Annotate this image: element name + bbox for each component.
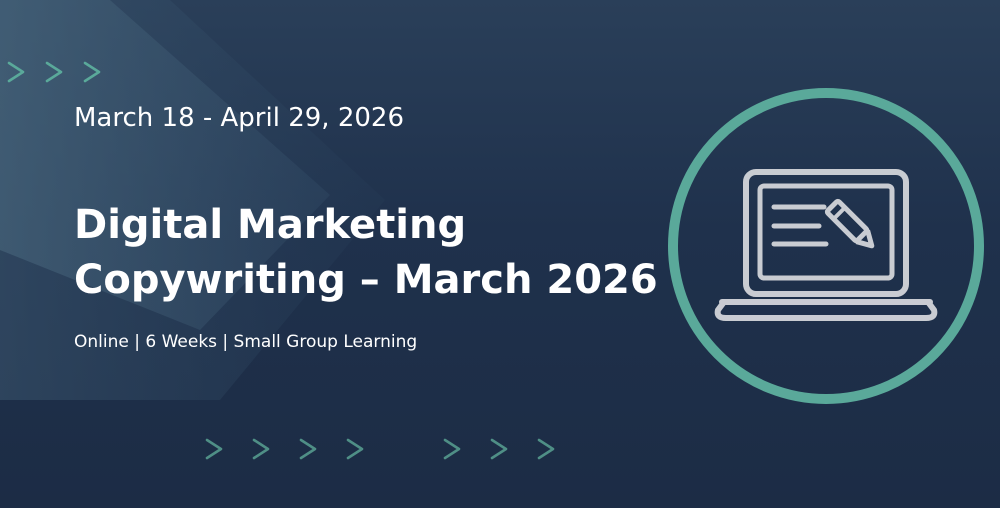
chevron-right-icon [490, 438, 508, 460]
event-dates: March 18 - April 29, 2026 [74, 103, 404, 133]
chevron-group-bottom-left [202, 437, 367, 461]
chevron-right-icon [45, 61, 63, 83]
course-title-line-1: Digital Marketing [74, 202, 467, 248]
chevron-right-icon [83, 61, 101, 83]
chevron-right-icon [537, 438, 555, 460]
chevron-right-icon [299, 438, 317, 460]
course-title: Digital Marketing Copywriting – March 20… [74, 198, 664, 308]
chevron-right-icon [7, 61, 25, 83]
chevron-right-icon [252, 438, 270, 460]
chevron-right-icon [346, 438, 364, 460]
chevron-right-icon [443, 438, 461, 460]
chevron-group-top [4, 60, 104, 84]
laptop-with-document-and-pencil-icon [668, 88, 984, 404]
chevron-group-bottom-right [440, 437, 558, 461]
chevron-right-icon [205, 438, 223, 460]
course-banner: March 18 - April 29, 2026 Digital Market… [0, 0, 1000, 508]
course-title-line-2: Copywriting – March 2026 [74, 257, 658, 303]
course-details: Online | 6 Weeks | Small Group Learning [74, 332, 418, 352]
